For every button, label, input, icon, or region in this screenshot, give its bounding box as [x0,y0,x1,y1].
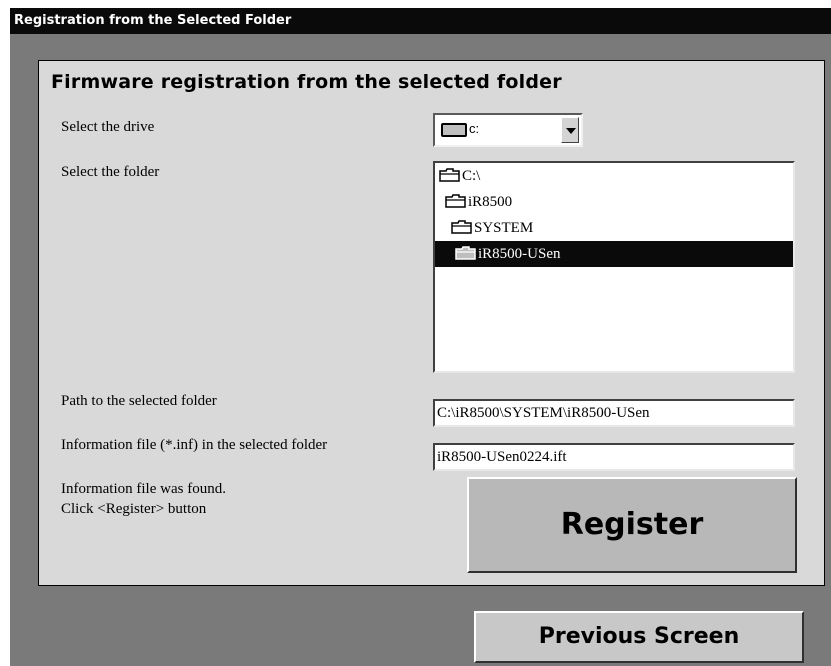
register-button[interactable]: Register [467,477,797,573]
folder-item-ir8500[interactable]: iR8500 [445,189,585,215]
folder-item-c-root[interactable]: C:\ [439,163,559,189]
folder-tree[interactable]: C:\ iR8500 SYSTEM iR8500-USen [433,161,795,373]
open-folder-icon [445,194,466,208]
path-field[interactable]: C:\iR8500\SYSTEM\iR8500-USen [433,399,795,427]
drive-icon [441,123,467,137]
drive-label: Select the drive [61,119,155,135]
open-folder-icon [455,246,476,260]
drive-select[interactable]: c: [433,113,583,147]
info-file-field[interactable]: iR8500-USen0224.ift [433,443,795,471]
status-text-line1: Information file was found. [61,481,226,497]
folder-name: iR8500-USen [478,246,561,262]
registration-panel: Firmware registration from the selected … [38,60,825,586]
folder-item-system[interactable]: SYSTEM [451,215,611,241]
folder-name: SYSTEM [474,220,534,236]
chevron-down-icon[interactable] [561,117,579,143]
folder-label: Select the folder [61,164,160,180]
open-folder-icon [439,168,460,182]
status-text-line2: Click <Register> button [61,501,207,517]
window-title: Registration from the Selected Folder [10,8,831,34]
path-label: Path to the selected folder [61,393,217,409]
open-folder-icon [451,220,472,234]
info-file-label: Information file (*.inf) in the selected… [61,437,328,453]
panel-heading: Firmware registration from the selected … [51,71,562,93]
folder-name: iR8500 [468,194,513,210]
folder-name: C:\ [462,168,481,184]
folder-item-ir8500-usen[interactable]: iR8500-USen [435,241,793,267]
drive-value: c: [469,121,480,136]
previous-screen-button[interactable]: Previous Screen [474,611,804,663]
registration-window: Registration from the Selected Folder Fi… [0,0,831,666]
